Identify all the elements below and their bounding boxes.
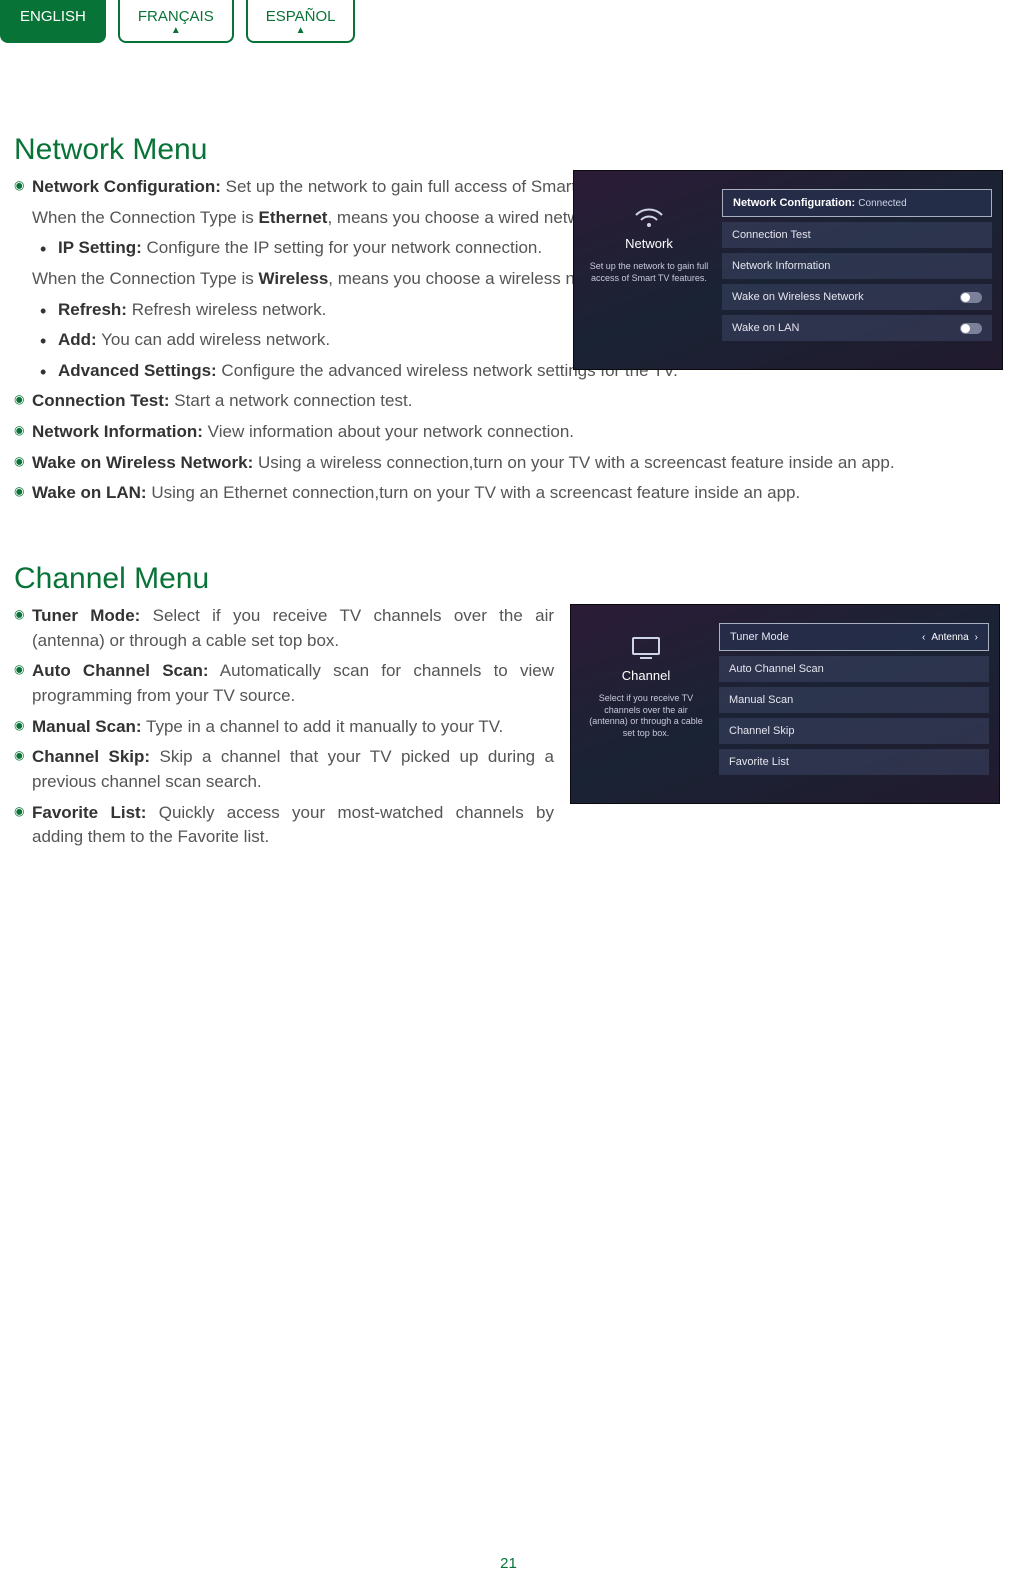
list-item: Wake on LAN: Using an Ethernet connectio… (14, 481, 1003, 506)
menu-row: Connection Test (722, 222, 992, 248)
menu-row: Wake on Wireless Network (722, 284, 992, 310)
tab-label: FRANÇAIS (138, 8, 214, 25)
menu-row: Tuner Mode ‹Antenna› (719, 623, 989, 651)
list-item: Wake on Wireless Network: Using a wirele… (14, 451, 1003, 476)
ss-side-title: Channel (581, 668, 711, 683)
wifi-icon (584, 201, 714, 232)
list-item: Tuner Mode: Select if you receive TV cha… (14, 604, 554, 653)
toggle-icon (960, 323, 982, 334)
list-item: Connection Test: Start a network connect… (14, 389, 1003, 414)
tab-espanol[interactable]: ESPAÑOL ▲ (246, 0, 356, 43)
channel-screenshot: Channel Select if you receive TV channel… (570, 604, 1000, 804)
tab-english[interactable]: ENGLISH ▲ (0, 0, 106, 43)
list-item: Auto Channel Scan: Automatically scan fo… (14, 659, 554, 708)
list-item: Favorite List: Quickly access your most-… (14, 801, 554, 850)
section-heading: Network Menu (14, 133, 1003, 167)
ss-side-title: Network (584, 236, 714, 251)
menu-row: Wake on LAN (722, 315, 992, 341)
toggle-icon (960, 292, 982, 303)
list-item: Network Information: View information ab… (14, 420, 1003, 445)
item-label: Network Configuration: (32, 177, 221, 196)
menu-row: Network Information (722, 253, 992, 279)
section-heading: Channel Menu (14, 562, 1003, 596)
network-screenshot: Network Set up the network to gain full … (573, 170, 1003, 370)
language-tabs: ENGLISH ▲ FRANÇAIS ▲ ESPAÑOL ▲ (0, 0, 1017, 43)
list-item: Manual Scan: Type in a channel to add it… (14, 715, 554, 740)
ss-side-desc: Select if you receive TV channels over t… (581, 693, 711, 740)
chevron-up-icon: ▲ (138, 27, 214, 35)
channel-section: Channel Menu Tuner Mode: Select if you r… (14, 562, 1003, 856)
menu-row: Auto Channel Scan (719, 656, 989, 682)
menu-row: Favorite List (719, 749, 989, 775)
ss-side-desc: Set up the network to gain full access o… (584, 261, 714, 284)
tab-label: ESPAÑOL (266, 8, 336, 25)
list-item: Channel Skip: Skip a channel that your T… (14, 745, 554, 794)
tab-francais[interactable]: FRANÇAIS ▲ (118, 0, 234, 43)
page-number: 21 (0, 1555, 1017, 1572)
chevron-left-icon: ‹ (922, 632, 925, 643)
network-section: Network Menu Network Configuration: Set … (14, 133, 1003, 512)
menu-row: Manual Scan (719, 687, 989, 713)
chevron-right-icon: › (975, 632, 978, 643)
menu-row: Network Configuration: Connected (722, 189, 992, 217)
tv-icon (581, 635, 711, 664)
chevron-up-icon: ▲ (266, 27, 336, 35)
value-selector: ‹Antenna› (922, 632, 978, 643)
menu-row: Channel Skip (719, 718, 989, 744)
tab-label: ENGLISH (20, 8, 86, 25)
